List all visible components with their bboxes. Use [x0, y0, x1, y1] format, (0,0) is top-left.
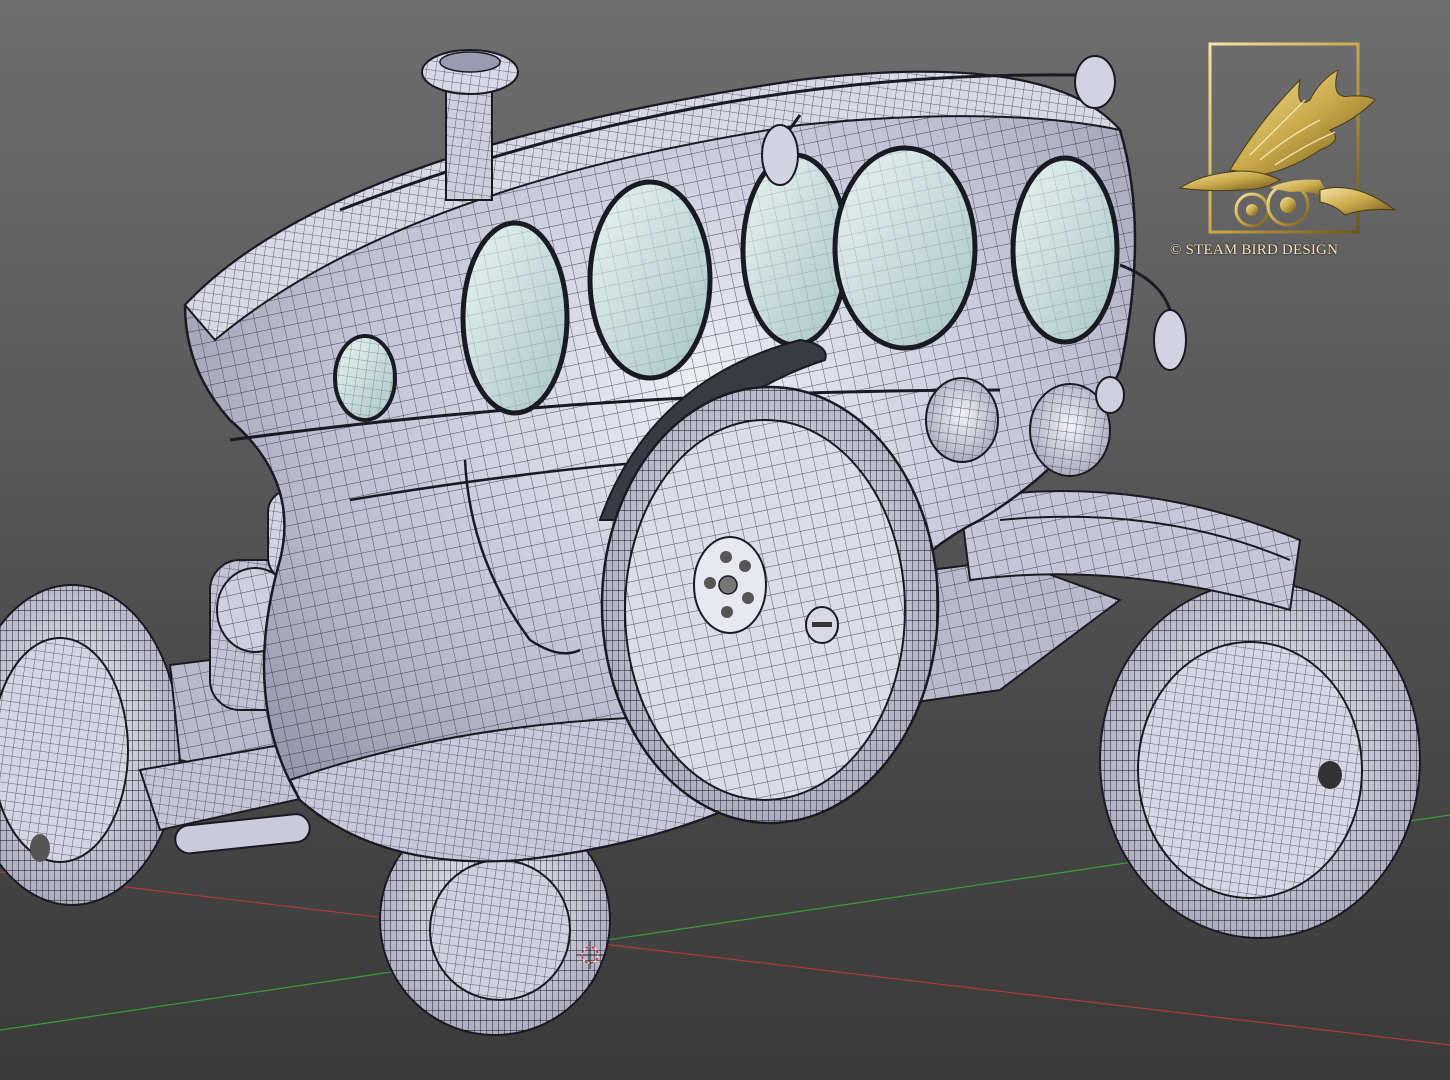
rear-left-wheel: [0, 584, 181, 906]
3d-viewport[interactable]: © STEAM BIRD DESIGN: [0, 0, 1450, 1080]
watermark: © STEAM BIRD DESIGN: [1170, 40, 1400, 270]
watermark-text: © STEAM BIRD DESIGN: [1170, 242, 1339, 258]
front-left-wheel: [600, 385, 940, 825]
front-right-wheel: [1099, 581, 1421, 939]
steam-bird-logo: [1178, 42, 1397, 234]
